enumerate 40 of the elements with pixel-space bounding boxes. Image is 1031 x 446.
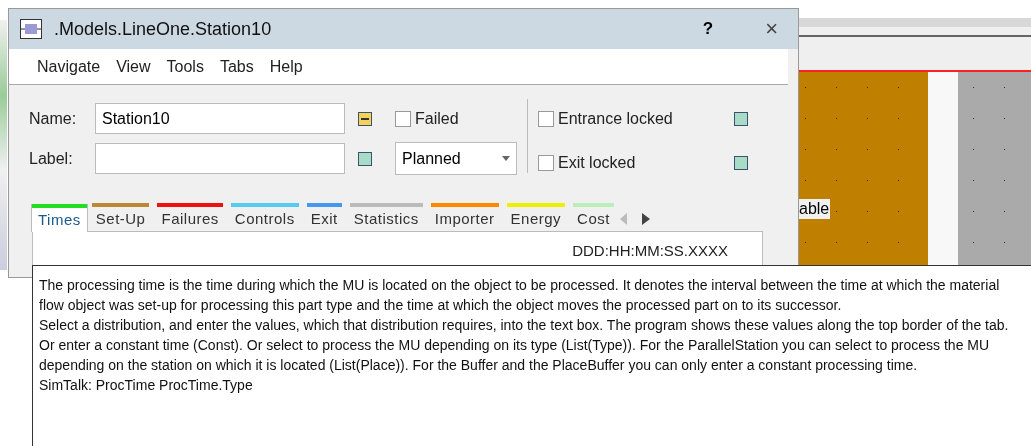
square-icon[interactable] [358,151,372,166]
station-icon [20,19,42,39]
tab[interactable]: Times [31,204,88,232]
tab[interactable]: Importer [430,203,499,231]
field-label: Label: [29,148,74,169]
tooltip-text: The processing time is the time during which the MU is located on the object to be processed. It denotes the interval between the time at which the material flow object was set-up for processing this part type and the time at which the object moves the processed part on to its successor. [39,276,1001,315]
close-button[interactable]: × [765,18,778,40]
checkbox[interactable] [395,110,411,127]
checkbox-label: Failed [415,108,459,129]
menu-item[interactable]: Tools [158,54,212,79]
tab[interactable]: Set-Up [91,203,150,231]
tab[interactable]: Energy [506,203,566,231]
minus-square-icon[interactable] [358,111,372,126]
menu-item[interactable]: Navigate [29,54,109,79]
name-field[interactable]: Station10 [95,103,345,134]
checkbox[interactable] [538,110,554,127]
canvas-label: able [798,199,831,219]
tooltip-text: SimTalk: ProcTime ProcTime.Type [39,376,254,395]
tooltip-text: Select a distribution, and enter the values, which that distribution requires, into the text box. The program shows these values along the top border of the tab. Or enter a constant time (Const). Or select to process the MU depending on its type (List(Type)). For the ParallelStation you can select to process the MU depending on the station on which it is located (List(Place)). For the Buffer and the PlaceBuffer you can only enter a constant processing time. [39,316,1010,375]
label-field[interactable] [95,143,345,174]
tab[interactable]: Controls [230,203,299,231]
time-format-label: DDD:HH:MM:SS.XXXX [572,241,728,260]
caret-icon [502,156,510,161]
checkbox-label: Exit locked [558,152,636,173]
scroll-right-icon[interactable] [641,213,650,225]
checkbox[interactable] [538,154,554,171]
help-button[interactable]: ? [702,16,714,42]
menu-item[interactable]: View [108,54,159,79]
square-icon[interactable] [734,111,748,126]
window-title: .Models.LineOne.Station10 [54,17,273,41]
checkbox-label: Entrance locked [558,108,673,129]
square-icon[interactable] [734,155,748,170]
tab[interactable]: Cost [573,203,614,231]
status-dropdown[interactable]: Planned [395,142,517,175]
menu-item[interactable]: Help [261,54,311,79]
menu-item[interactable]: Tabs [211,54,262,79]
field-label: Name: [29,108,78,129]
tab[interactable]: Failures [157,203,223,231]
tab[interactable]: Statistics [349,203,423,231]
tab[interactable]: Exit [306,203,342,231]
